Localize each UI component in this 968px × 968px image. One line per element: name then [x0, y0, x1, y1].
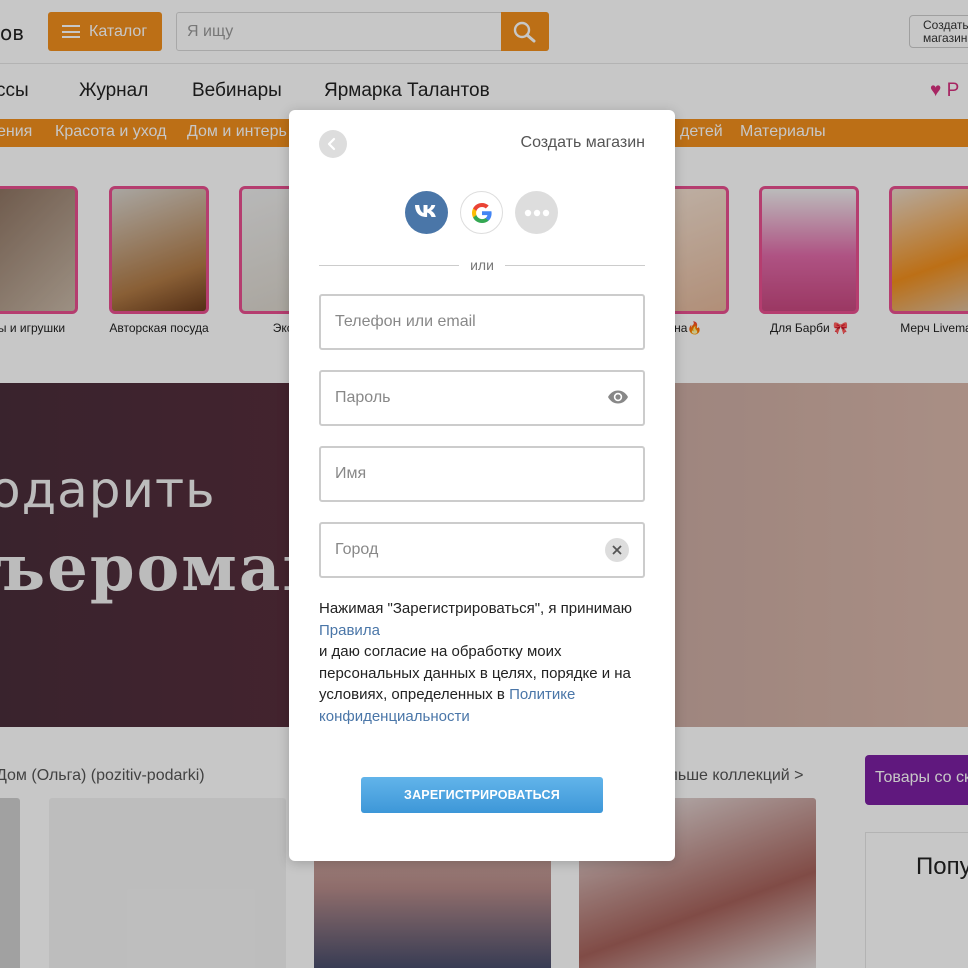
divider-line — [319, 265, 459, 266]
consent-text: Нажимая "Зарегистрироваться", я принимаю… — [319, 600, 633, 725]
or-divider: или — [319, 257, 645, 273]
vk-icon — [415, 205, 436, 217]
city-field — [319, 522, 645, 578]
google-login-button[interactable] — [460, 191, 503, 234]
phone-email-input[interactable] — [321, 296, 601, 348]
eye-icon[interactable] — [607, 389, 629, 405]
password-field — [319, 370, 645, 426]
name-field — [319, 446, 645, 502]
google-icon — [472, 203, 492, 223]
registration-modal: Создать магазин или Телефон или email Им… — [289, 110, 675, 861]
social-login — [405, 191, 559, 235]
password-input[interactable] — [321, 372, 601, 424]
create-shop-link[interactable]: Создать магазин — [521, 134, 645, 152]
divider-line — [505, 265, 645, 266]
rules-link[interactable]: Правила — [319, 622, 380, 639]
divider-label: или — [470, 257, 494, 273]
register-button[interactable]: ЗАРЕГИСТРИРОВАТЬСЯ — [361, 777, 603, 813]
phone-email-field — [319, 294, 645, 350]
clear-icon — [612, 545, 622, 555]
back-chevron-icon — [327, 137, 336, 151]
name-input[interactable] — [321, 448, 601, 500]
clear-city-button[interactable] — [605, 538, 629, 562]
city-input[interactable] — [321, 524, 601, 576]
more-login-options-button[interactable] — [515, 191, 558, 234]
more-dots-icon — [524, 209, 550, 217]
back-button[interactable] — [319, 130, 347, 158]
vk-login-button[interactable] — [405, 191, 448, 234]
